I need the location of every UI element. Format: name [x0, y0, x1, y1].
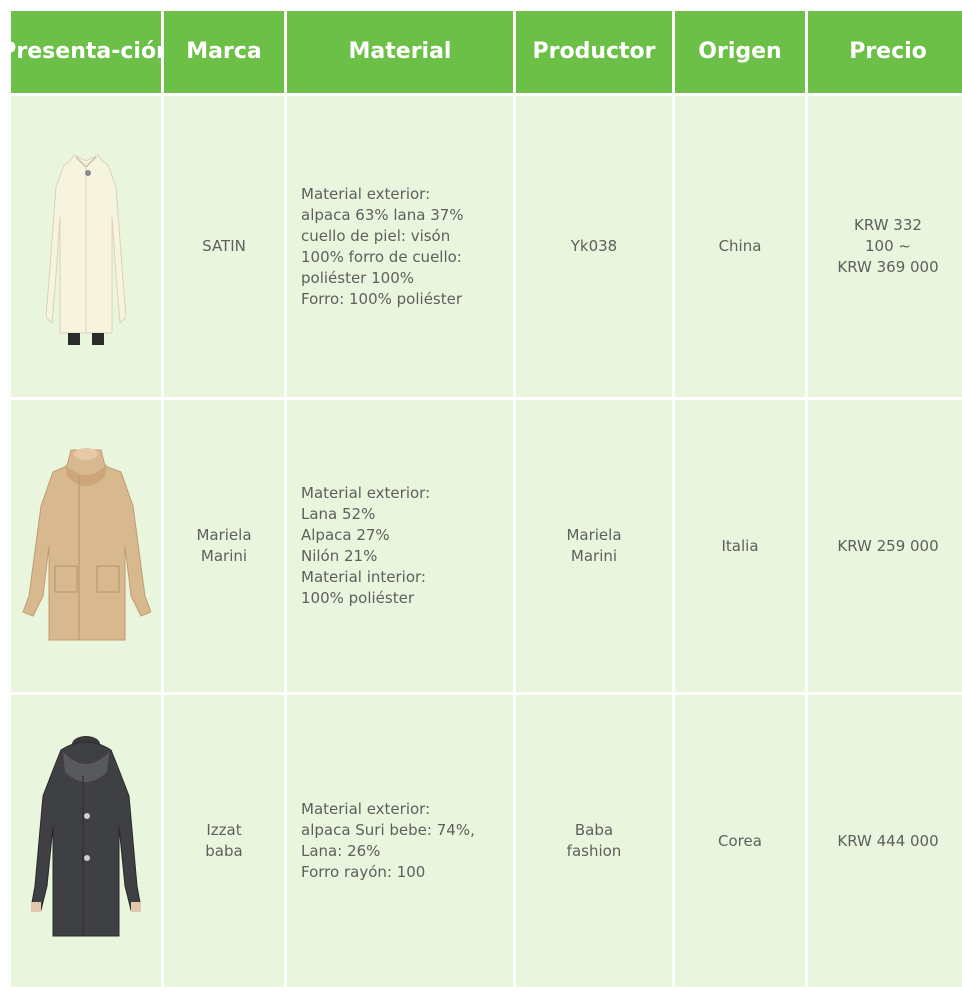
material-line: Lana 52%	[301, 505, 376, 523]
producer-line: Marini	[570, 547, 618, 565]
price-line: 100 ~	[865, 237, 911, 255]
price-line: KRW 332	[854, 216, 922, 234]
material-line: Lana: 26%	[301, 842, 381, 860]
price-line: KRW 369 000	[837, 258, 939, 276]
charcoal-coat-icon	[31, 736, 141, 937]
price-cell: KRW 444 000	[808, 695, 962, 987]
material-line: alpaca 63% lana 37%	[301, 205, 464, 224]
brand-cell: Mariela Marini	[164, 400, 284, 692]
producer-line: Baba	[574, 821, 614, 839]
origin-cell: Italia	[675, 400, 805, 692]
product-image-cell	[11, 400, 161, 692]
producer-cell: Mariela Marini	[516, 400, 672, 692]
material-line: Material interior:	[301, 568, 426, 586]
brand-line: Izzat	[206, 821, 242, 839]
cream-coat-icon	[46, 153, 126, 345]
material-cell: Material exterior: Lana 52% Alpaca 27% N…	[287, 400, 513, 692]
header-material: Material	[287, 11, 513, 93]
material-line: Forro: 100% poliéster	[301, 289, 463, 308]
product-image-cell	[11, 695, 161, 987]
material-line: Material exterior:	[301, 484, 431, 502]
header-presentacion-line1: Presenta-	[0, 39, 121, 64]
material-line: Material exterior:	[301, 800, 431, 818]
producer-cell: Baba fashion	[516, 695, 672, 987]
brand-line: baba	[205, 842, 243, 860]
product-table: Presenta- ción Marca Material Productor …	[0, 11, 962, 990]
producer-cell: Yk038	[516, 96, 672, 397]
brand-cell: Izzat baba	[164, 695, 284, 987]
header-marca: Marca	[164, 11, 284, 93]
material-line: Forro rayón: 100	[301, 863, 426, 881]
table-row: SATIN Material exterior: alpaca 63% lana…	[11, 96, 962, 397]
brand-line: Marini	[200, 547, 248, 565]
material-line: Material exterior:	[301, 184, 431, 203]
header-presentacion: Presenta- ción	[0, 11, 172, 93]
material-cell: Material exterior: alpaca 63% lana 37% c…	[287, 96, 513, 397]
header-origen: Origen	[675, 11, 805, 93]
material-line: alpaca Suri bebe: 74%,	[301, 821, 475, 839]
product-image-cell	[11, 96, 161, 397]
brand-cell: SATIN	[164, 96, 284, 397]
camel-coat-icon	[22, 448, 151, 641]
producer-line: Mariela	[566, 526, 622, 544]
price-cell: KRW 259 000	[808, 400, 962, 692]
brand-line: Mariela	[196, 526, 252, 544]
material-line: poliéster 100%	[301, 268, 415, 287]
producer-line: fashion	[566, 842, 622, 860]
origin-cell: Corea	[675, 695, 805, 987]
material-line: Nilón 21%	[301, 547, 378, 565]
table-row: Mariela Marini Material exterior: Lana 5…	[11, 400, 962, 692]
origin-cell: China	[675, 96, 805, 397]
material-line: 100% poliéster	[301, 589, 415, 607]
material-line: 100% forro de cuello:	[301, 247, 462, 266]
table-header-row: Presenta- ción Marca Material Productor …	[0, 11, 962, 93]
header-productor: Productor	[516, 11, 672, 93]
material-cell: Material exterior: alpaca Suri bebe: 74%…	[287, 695, 513, 987]
header-precio: Precio	[808, 11, 962, 93]
price-cell: KRW 332 100 ~ KRW 369 000	[808, 96, 962, 397]
table-row: Izzat baba Material exterior: alpaca Sur…	[11, 695, 962, 987]
material-line: cuello de piel: visón	[301, 226, 451, 245]
material-line: Alpaca 27%	[301, 526, 390, 544]
